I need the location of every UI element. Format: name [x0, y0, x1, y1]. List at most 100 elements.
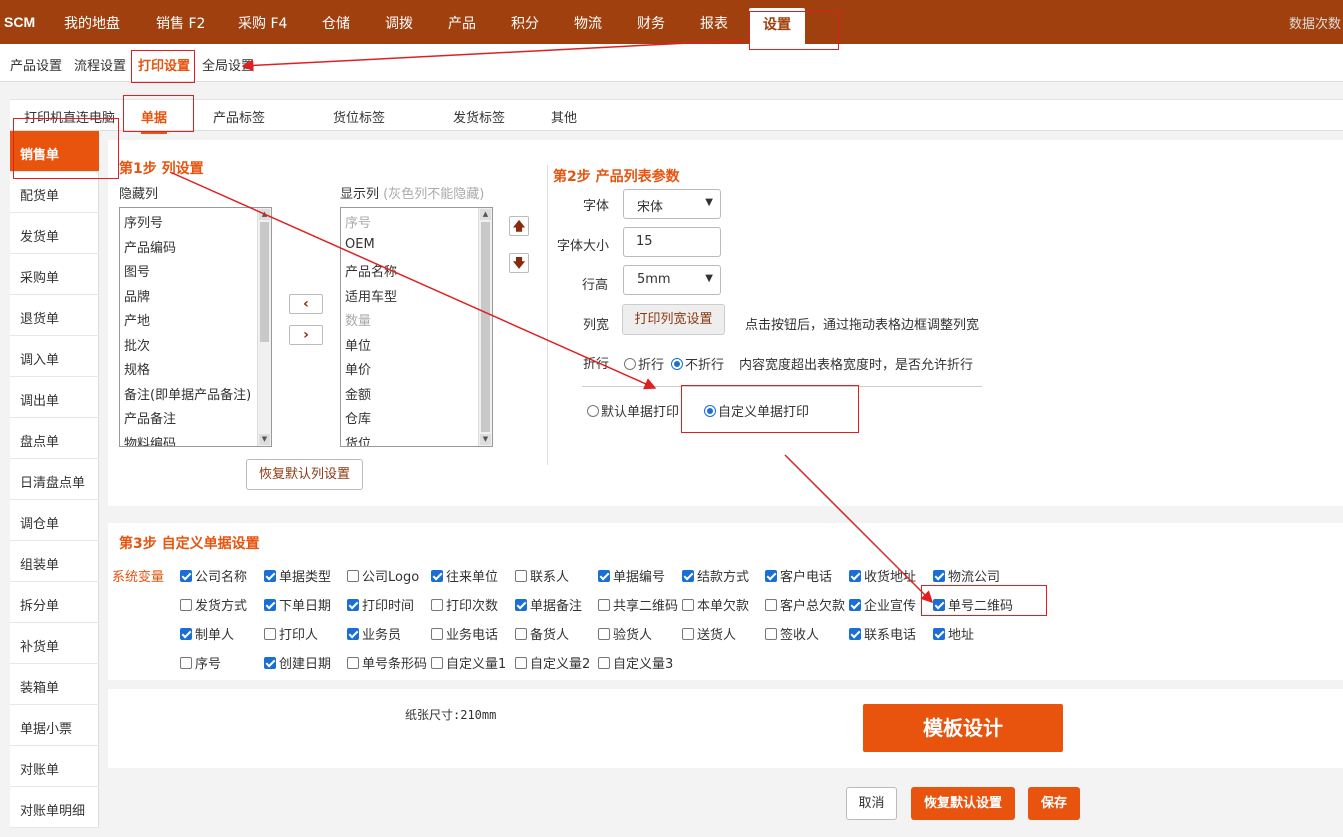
system-variable-checkbox[interactable]: 签收人: [765, 624, 819, 643]
move-down-button[interactable]: 🡇: [509, 253, 529, 273]
checkbox-checked-icon[interactable]: [682, 569, 694, 582]
checkbox-unchecked-icon[interactable]: [598, 656, 610, 669]
checkbox-unchecked-icon[interactable]: [264, 627, 276, 640]
move-left-button[interactable]: ‹: [289, 294, 323, 314]
system-variable-checkbox[interactable]: 自定义量2: [515, 653, 590, 672]
scroll-thumb[interactable]: [481, 222, 490, 432]
nav-logistics[interactable]: 物流: [574, 13, 602, 33]
checkbox-checked-icon[interactable]: [264, 656, 276, 669]
checkbox-checked-icon[interactable]: [933, 627, 945, 640]
sidebar-item-transfer-in[interactable]: 调入单: [10, 336, 99, 377]
nav-my-area[interactable]: 我的地盘: [64, 13, 120, 33]
system-variable-checkbox[interactable]: 公司名称: [180, 566, 247, 585]
nav-reports[interactable]: 报表: [700, 13, 728, 33]
checkbox-unchecked-icon[interactable]: [682, 598, 694, 611]
sidebar-item-daily-stocktake[interactable]: 日清盘点单: [10, 459, 99, 500]
system-variable-checkbox[interactable]: 发货方式: [180, 595, 247, 614]
list-item[interactable]: 产地: [120, 306, 271, 331]
checkbox-unchecked-icon[interactable]: [515, 656, 527, 669]
system-variable-checkbox[interactable]: 往来单位: [431, 566, 498, 585]
wrap-no-radio[interactable]: 不折行: [671, 354, 724, 373]
nav-points[interactable]: 积分: [511, 13, 539, 33]
subnav-product-settings[interactable]: 产品设置: [10, 55, 62, 74]
list-item[interactable]: 单位: [341, 331, 492, 356]
checkbox-unchecked-icon[interactable]: [431, 656, 443, 669]
checkbox-checked-icon[interactable]: [933, 569, 945, 582]
template-design-button[interactable]: 模板设计: [863, 704, 1063, 752]
list-item[interactable]: 产品编码: [120, 233, 271, 258]
scroll-up-icon[interactable]: ▲: [480, 209, 491, 220]
system-variable-checkbox[interactable]: 客户电话: [765, 566, 832, 585]
hidden-list-scrollbar[interactable]: ▲ ▼: [257, 208, 271, 446]
sidebar-item-transfer-out[interactable]: 调出单: [10, 377, 99, 418]
system-variable-checkbox[interactable]: 单据备注: [515, 595, 582, 614]
shown-columns-list[interactable]: 序号 OEM 产品名称 适用车型 数量 单位 单价 金额 仓库 货位 ▲ ▼: [340, 207, 493, 447]
system-variable-checkbox[interactable]: 联系电话: [849, 624, 916, 643]
list-item[interactable]: 产品名称: [341, 257, 492, 282]
list-item[interactable]: 规格: [120, 355, 271, 380]
tab-product-label[interactable]: 产品标签: [213, 107, 265, 126]
checkbox-checked-icon[interactable]: [598, 569, 610, 582]
list-item[interactable]: 货位: [341, 429, 492, 447]
system-variable-checkbox[interactable]: 公司Logo: [347, 566, 419, 585]
sidebar-item-purchase[interactable]: 采购单: [10, 254, 99, 295]
system-variable-checkbox[interactable]: 自定义量1: [431, 653, 506, 672]
checkbox-checked-icon[interactable]: [264, 569, 276, 582]
sidebar-item-stocktake[interactable]: 盘点单: [10, 418, 99, 459]
system-variable-checkbox[interactable]: 结款方式: [682, 566, 749, 585]
system-variable-checkbox[interactable]: 单据编号: [598, 566, 665, 585]
checkbox-unchecked-icon[interactable]: [431, 598, 443, 611]
checkbox-unchecked-icon[interactable]: [431, 627, 443, 640]
system-variable-checkbox[interactable]: 备货人: [515, 624, 569, 643]
checkbox-checked-icon[interactable]: [849, 569, 861, 582]
system-variable-checkbox[interactable]: 企业宣传: [849, 595, 916, 614]
hidden-columns-list[interactable]: 序列号 产品编码 图号 品牌 产地 批次 规格 备注(即单据产品备注) 产品备注…: [119, 207, 272, 447]
system-variable-checkbox[interactable]: 打印次数: [431, 595, 498, 614]
save-button[interactable]: 保存: [1028, 787, 1080, 820]
system-variable-checkbox[interactable]: 送货人: [682, 624, 736, 643]
nav-sales[interactable]: 销售 F2: [156, 13, 205, 33]
tab-location-label[interactable]: 货位标签: [333, 107, 385, 126]
list-item[interactable]: 备注(即单据产品备注): [120, 380, 271, 405]
restore-defaults-button[interactable]: 恢复默认设置: [911, 787, 1015, 820]
checkbox-checked-icon[interactable]: [347, 627, 359, 640]
sidebar-item-statement[interactable]: 对账单: [10, 746, 99, 787]
scroll-up-icon[interactable]: ▲: [259, 209, 270, 220]
tab-shipping-label[interactable]: 发货标签: [453, 107, 505, 126]
sidebar-item-delivery[interactable]: 发货单: [10, 213, 99, 254]
print-column-width-button[interactable]: 打印列宽设置: [622, 304, 725, 335]
list-item[interactable]: 批次: [120, 331, 271, 356]
nav-product[interactable]: 产品: [448, 13, 476, 33]
tab-other[interactable]: 其他: [551, 107, 577, 126]
list-item[interactable]: 仓库: [341, 404, 492, 429]
checkbox-unchecked-icon[interactable]: [180, 598, 192, 611]
list-item[interactable]: 物料编码: [120, 429, 271, 447]
system-variable-checkbox[interactable]: 验货人: [598, 624, 652, 643]
system-variable-checkbox[interactable]: 创建日期: [264, 653, 331, 672]
sidebar-item-assembly[interactable]: 组装单: [10, 541, 99, 582]
list-item[interactable]: 图号: [120, 257, 271, 282]
list-item[interactable]: 金额: [341, 380, 492, 405]
subnav-flow-settings[interactable]: 流程设置: [74, 55, 126, 74]
checkbox-unchecked-icon[interactable]: [682, 627, 694, 640]
checkbox-unchecked-icon[interactable]: [347, 656, 359, 669]
checkbox-unchecked-icon[interactable]: [515, 627, 527, 640]
list-item[interactable]: 产品备注: [120, 404, 271, 429]
system-variable-checkbox[interactable]: 下单日期: [264, 595, 331, 614]
scroll-down-icon[interactable]: ▼: [259, 434, 270, 445]
system-variable-checkbox[interactable]: 物流公司: [933, 566, 1000, 585]
checkbox-checked-icon[interactable]: [347, 598, 359, 611]
system-variable-checkbox[interactable]: 业务员: [347, 624, 401, 643]
checkbox-checked-icon[interactable]: [849, 627, 861, 640]
subnav-global-settings[interactable]: 全局设置: [202, 55, 254, 74]
system-variable-checkbox[interactable]: 业务电话: [431, 624, 498, 643]
system-variable-checkbox[interactable]: 联系人: [515, 566, 569, 585]
wrap-yes-radio[interactable]: 折行: [624, 354, 664, 373]
list-item[interactable]: OEM: [341, 233, 492, 258]
sidebar-item-split[interactable]: 拆分单: [10, 582, 99, 623]
system-variable-checkbox[interactable]: 打印时间: [347, 595, 414, 614]
sidebar-item-replenish[interactable]: 补货单: [10, 623, 99, 664]
font-select[interactable]: 宋体 ▼: [623, 189, 721, 219]
sidebar-item-statement-detail[interactable]: 对账单明细: [10, 787, 99, 828]
system-variable-checkbox[interactable]: 单据类型: [264, 566, 331, 585]
